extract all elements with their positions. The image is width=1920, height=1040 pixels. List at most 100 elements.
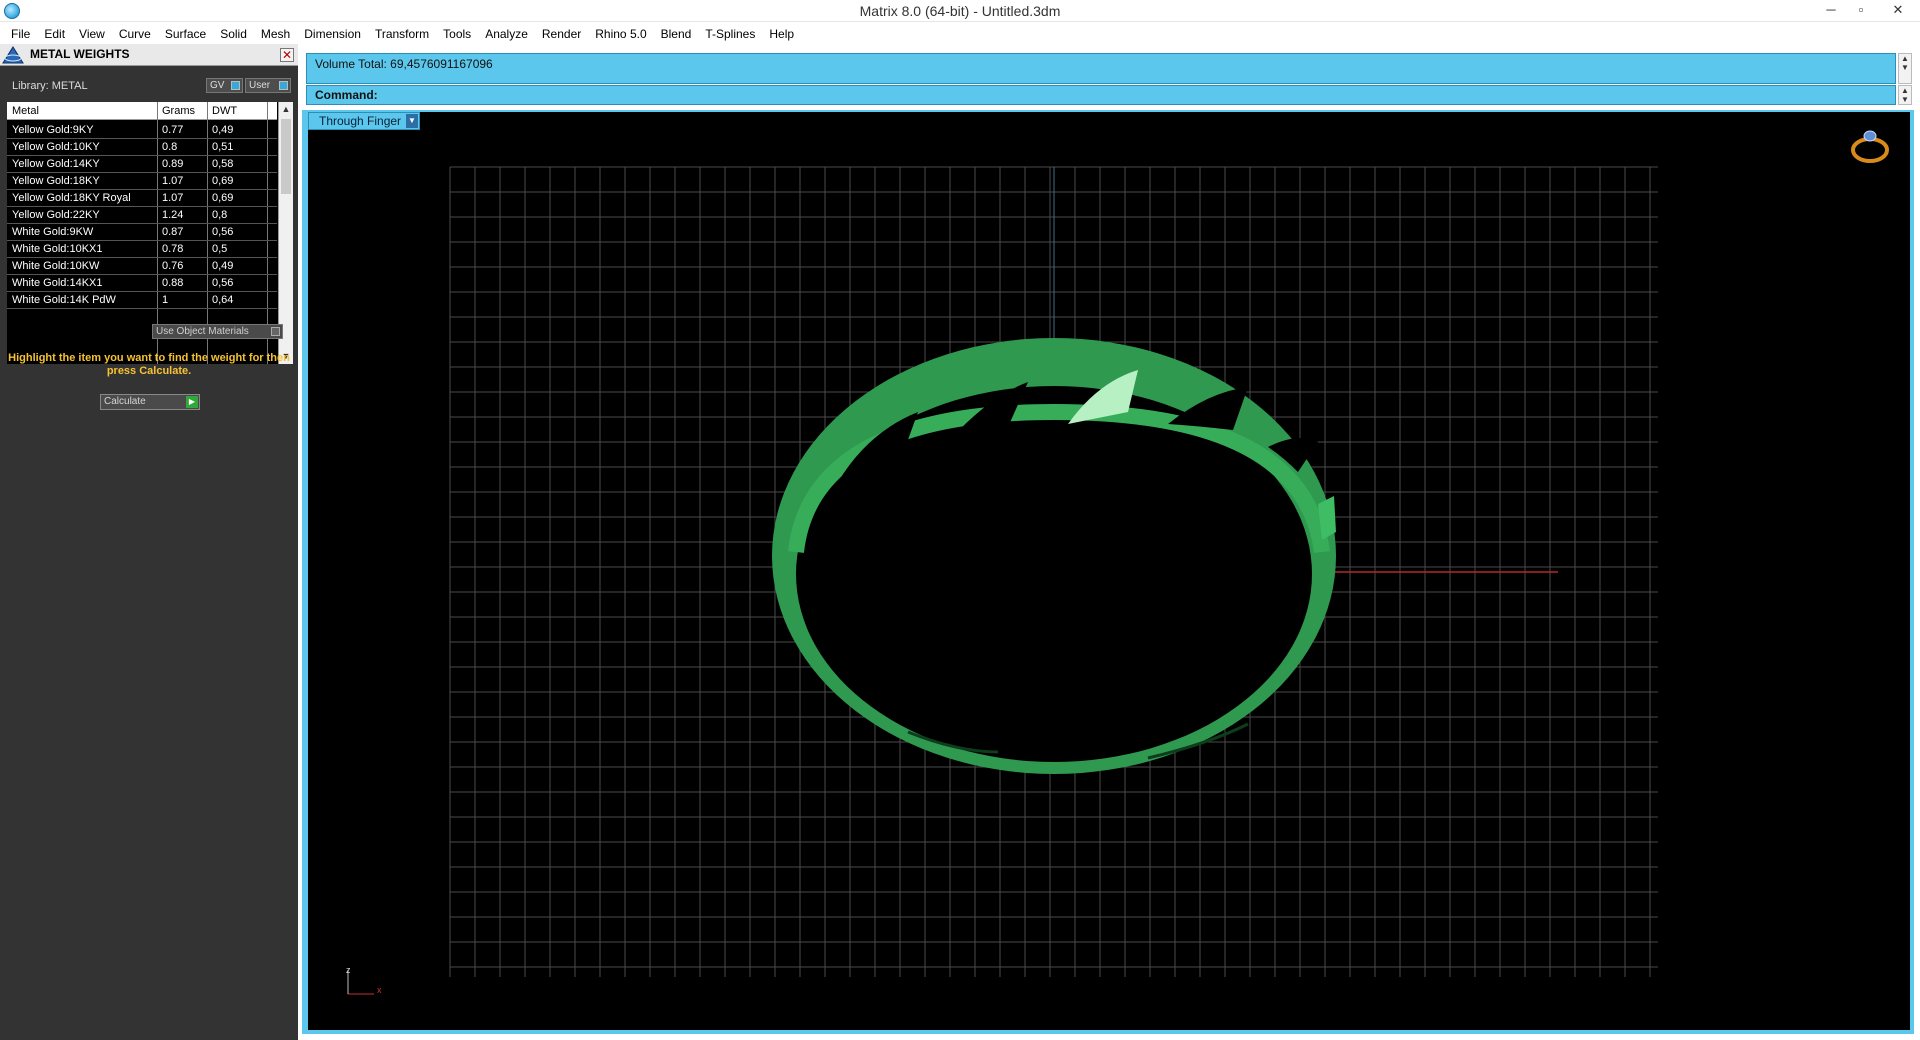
cell-dwt: 0,51 — [212, 141, 234, 153]
calculate-button[interactable]: Calculate ▶ — [100, 394, 200, 410]
menu-view[interactable]: View — [72, 24, 112, 44]
use-object-materials-label: Use Object Materials — [156, 326, 249, 337]
cell-dwt: 0,8 — [212, 209, 228, 221]
3d-viewport[interactable]: Through Finger ▼ x z — [308, 112, 1910, 1030]
gizmo-x-label: x — [377, 985, 382, 995]
matrix-logo-icon — [2, 46, 24, 64]
minimize-button[interactable]: ─ — [1816, 0, 1846, 20]
calculate-label: Calculate — [104, 396, 146, 407]
scroll-up-icon[interactable]: ▲ — [279, 102, 293, 117]
table-body: Yellow Gold:9KY 0.77 0,49 Yellow Gold:10KY… — [7, 122, 277, 309]
gv-toggle[interactable]: GV — [206, 78, 243, 93]
menu-analyze[interactable]: Analyze — [478, 24, 535, 44]
menu-file[interactable]: File — [4, 24, 37, 44]
menu-tools[interactable]: Tools — [436, 24, 478, 44]
menu-solid[interactable]: Solid — [213, 24, 254, 44]
table-header: Metal Grams DWT — [7, 102, 277, 120]
column-header-grams[interactable]: Grams — [162, 105, 195, 117]
menu-help[interactable]: Help — [762, 24, 801, 44]
cell-metal: Yellow Gold:18KY — [12, 175, 100, 187]
metal-weights-panel: METAL WEIGHTS ✕ Library: METAL GV User M… — [0, 44, 298, 1040]
library-label: Library: METAL — [12, 80, 88, 92]
cell-dwt: 0,56 — [212, 277, 234, 289]
view-selector-dropdown[interactable]: Through Finger ▼ — [308, 112, 420, 130]
ring-navigator-icon[interactable] — [1851, 130, 1889, 163]
title-bar: Matrix 8.0 (64-bit) - Untitled.3dm ─ ▫ ✕ — [0, 0, 1920, 22]
command-history: Volume Total: 69,4576091167096 — [306, 53, 1896, 84]
cell-grams: 1.07 — [162, 175, 184, 187]
cell-dwt: 0,58 — [212, 158, 234, 170]
table-row[interactable]: White Gold:14K PdW 1 0,64 — [7, 292, 277, 309]
cell-dwt: 0,49 — [212, 124, 234, 136]
command-input[interactable]: Command: — [306, 85, 1896, 105]
table-row[interactable]: White Gold:10KW 0.76 0,49 — [7, 258, 277, 275]
user-toggle[interactable]: User — [245, 78, 291, 93]
cell-metal: White Gold:9KW — [12, 226, 94, 238]
ring-icon-gem — [1863, 130, 1877, 142]
cell-metal: Yellow Gold:9KY — [12, 124, 94, 136]
use-object-materials-checkbox[interactable]: Use Object Materials — [152, 324, 283, 339]
menu-rhino[interactable]: Rhino 5.0 — [588, 24, 653, 44]
table-row[interactable]: Yellow Gold:14KY 0.89 0,58 — [7, 156, 277, 173]
menu-blend[interactable]: Blend — [654, 24, 699, 44]
column-header-metal[interactable]: Metal — [12, 105, 39, 117]
viewport-canvas[interactable] — [308, 112, 1910, 1030]
table-row[interactable]: White Gold:14KX1 0.88 0,56 — [7, 275, 277, 292]
column-header-dwt[interactable]: DWT — [212, 105, 237, 117]
instruction-text: Highlight the item you want to find the … — [8, 352, 290, 377]
cell-grams: 1 — [162, 294, 169, 306]
cell-metal: White Gold:14K PdW — [12, 294, 116, 306]
axis-gizmo — [347, 970, 374, 995]
cell-dwt: 0,56 — [212, 226, 234, 238]
menu-transform[interactable]: Transform — [368, 24, 436, 44]
cell-grams: 1.07 — [162, 192, 184, 204]
gizmo-z-label: z — [346, 965, 351, 975]
cell-metal: Yellow Gold:22KY — [12, 209, 100, 221]
menu-surface[interactable]: Surface — [158, 24, 213, 44]
cell-grams: 0.88 — [162, 277, 184, 289]
menu-edit[interactable]: Edit — [37, 24, 72, 44]
table-row[interactable]: White Gold:10KX1 0.78 0,5 — [7, 241, 277, 258]
menu-curve[interactable]: Curve — [112, 24, 158, 44]
menu-dimension[interactable]: Dimension — [297, 24, 368, 44]
menu-mesh[interactable]: Mesh — [254, 24, 297, 44]
user-toggle-label: User — [249, 80, 271, 91]
scroll-up-icon[interactable]: ▲ — [1899, 86, 1911, 95]
table-row[interactable]: White Gold:9KW 0.87 0,56 — [7, 224, 277, 241]
cell-dwt: 0,49 — [212, 260, 234, 272]
table-row[interactable]: Yellow Gold:18KY Royal 1.07 0,69 — [7, 190, 277, 207]
ring-model[interactable] — [772, 338, 1336, 774]
cell-metal: Yellow Gold:10KY — [12, 141, 100, 153]
checkbox-box[interactable] — [271, 327, 280, 336]
cell-metal: White Gold:10KW — [12, 260, 100, 272]
cell-grams: 0.76 — [162, 260, 184, 272]
command-history-text: Volume Total: 69,4576091167096 — [315, 57, 493, 71]
chevron-down-icon[interactable]: ▼ — [406, 114, 418, 128]
maximize-button[interactable]: ▫ — [1846, 0, 1876, 20]
cell-grams: 0.8 — [162, 141, 178, 153]
cell-metal: Yellow Gold:18KY Royal — [12, 192, 131, 204]
close-window-button[interactable]: ✕ — [1876, 0, 1920, 20]
history-scrollbar[interactable]: ▲ ▼ — [1898, 53, 1912, 84]
table-row[interactable]: Yellow Gold:22KY 1.24 0,8 — [7, 207, 277, 224]
menu-render[interactable]: Render — [535, 24, 588, 44]
scroll-down-icon[interactable]: ▼ — [1899, 63, 1911, 72]
panel-title: METAL WEIGHTS — [30, 47, 130, 61]
panel-close-button[interactable]: ✕ — [280, 48, 294, 62]
scroll-thumb[interactable] — [281, 119, 291, 194]
ring-icon-band — [1851, 137, 1889, 163]
cell-metal: Yellow Gold:14KY — [12, 158, 100, 170]
table-row[interactable]: Yellow Gold:10KY 0.8 0,51 — [7, 139, 277, 156]
scroll-up-icon[interactable]: ▲ — [1899, 54, 1911, 63]
command-spinner[interactable]: ▲ ▼ — [1898, 85, 1912, 105]
gv-toggle-knob — [231, 81, 240, 90]
window-title: Matrix 8.0 (64-bit) - Untitled.3dm — [859, 3, 1061, 19]
menu-tsplines[interactable]: T-Splines — [698, 24, 762, 44]
menu-bar: File Edit View Curve Surface Solid Mesh … — [0, 24, 1920, 44]
cell-grams: 0.87 — [162, 226, 184, 238]
cell-dwt: 0,5 — [212, 243, 228, 255]
user-toggle-knob — [279, 81, 288, 90]
table-row[interactable]: Yellow Gold:18KY 1.07 0,69 — [7, 173, 277, 190]
scroll-down-icon[interactable]: ▼ — [1899, 95, 1911, 104]
table-row[interactable]: Yellow Gold:9KY 0.77 0,49 — [7, 122, 277, 139]
